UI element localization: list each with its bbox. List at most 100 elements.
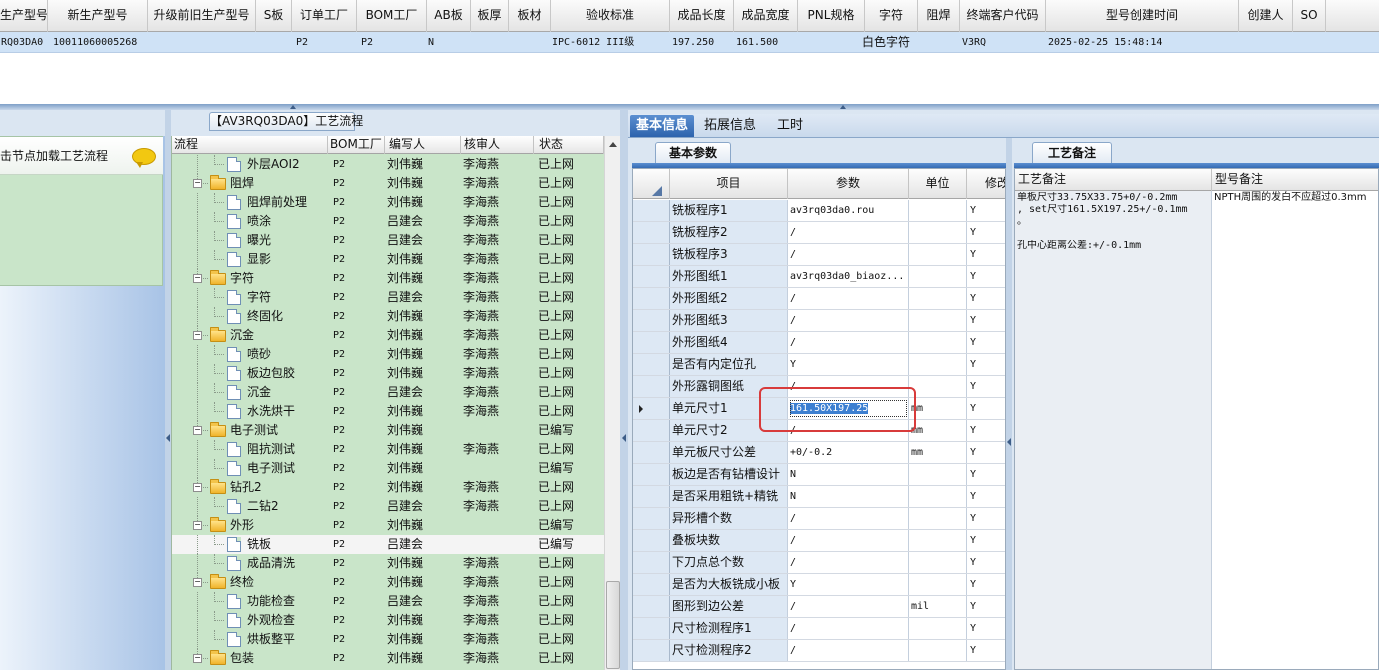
param-value[interactable]: / xyxy=(788,596,909,617)
param-unit[interactable] xyxy=(909,640,967,661)
scroll-up-icon[interactable] xyxy=(609,142,617,147)
tree-node-row[interactable]: 喷砂 P2 刘伟巍 李海燕 已上网 xyxy=(172,345,604,364)
param-modify[interactable]: Y xyxy=(967,288,1005,309)
param-modify[interactable]: Y xyxy=(967,354,1005,375)
row-indicator[interactable] xyxy=(633,464,670,485)
param-unit[interactable] xyxy=(909,618,967,639)
param-row[interactable]: 图形到边公差 / mil Y xyxy=(633,596,1005,618)
param-value[interactable]: Y xyxy=(788,574,909,595)
col-created-time[interactable]: 型号创建时间 xyxy=(1046,0,1239,32)
tree-group-row[interactable]: − 包装 P2 刘伟巍 李海燕 已上网 xyxy=(172,649,604,668)
param-modify[interactable]: Y xyxy=(967,266,1005,287)
row-indicator[interactable] xyxy=(633,354,670,375)
col-process-note[interactable]: 工艺备注 xyxy=(1015,169,1212,191)
param-row[interactable]: 叠板块数 / Y xyxy=(633,530,1005,552)
col-new-prod-model[interactable]: 新生产型号 xyxy=(48,0,148,32)
col-solder-mask[interactable]: 阻焊 xyxy=(918,0,960,32)
param-unit[interactable] xyxy=(909,530,967,551)
collapse-left-icon[interactable] xyxy=(166,434,170,442)
param-row[interactable]: 是否为大板铣成小板 Y Y xyxy=(633,574,1005,596)
tree-node-row[interactable]: 二钻2 P2 吕建会 李海燕 已上网 xyxy=(172,497,604,516)
param-row[interactable]: 铣板程序1 av3rq03da0.rou Y xyxy=(633,200,1005,222)
tree-group-row[interactable]: − 电子测试 P2 刘伟巍 已编写 xyxy=(172,421,604,440)
param-row[interactable]: 外形图纸1 av3rq03da0_biaoz... Y xyxy=(633,266,1005,288)
param-unit[interactable]: mm xyxy=(909,398,967,419)
col-so[interactable]: SO xyxy=(1293,0,1326,32)
model-note-cell[interactable]: NPTH周围的发白不应超过0.3mm xyxy=(1212,191,1378,669)
param-value[interactable]: / xyxy=(788,530,909,551)
col-unit[interactable]: 单位 xyxy=(909,169,967,199)
param-row[interactable]: 铣板程序3/ Y xyxy=(633,244,1005,266)
col-bom-factory[interactable]: BOM工厂 xyxy=(357,0,427,32)
row-indicator[interactable] xyxy=(633,508,670,529)
tree-group-row[interactable]: − 沉金 P2 刘伟巍 李海燕 已上网 xyxy=(172,326,604,345)
param-modify[interactable]: Y xyxy=(967,508,1005,529)
param-row[interactable]: 异形槽个数 / Y xyxy=(633,508,1005,530)
param-unit[interactable] xyxy=(909,310,967,331)
row-indicator[interactable] xyxy=(633,618,670,639)
process-note-cell[interactable]: 单板尺寸33.75X33.75+0/-0.2mm , set尺寸161.5X19… xyxy=(1015,191,1212,669)
col-character[interactable]: 字符 xyxy=(865,0,918,32)
col-s-board[interactable]: S板 xyxy=(256,0,292,32)
col-prod-model[interactable]: 生产型号 xyxy=(0,0,48,32)
param-value[interactable]: av3rq03da0_biaoz... xyxy=(788,266,909,287)
param-value[interactable]: / xyxy=(788,618,909,639)
horizontal-splitter[interactable] xyxy=(0,104,1379,110)
col-process[interactable]: 流程 xyxy=(172,136,328,154)
param-modify[interactable]: Y xyxy=(967,442,1005,463)
param-row[interactable]: 外形图纸2/ Y xyxy=(633,288,1005,310)
tree-node-row[interactable]: 成品清洗 P2 刘伟巍 李海燕 已上网 xyxy=(172,554,604,573)
tree-node-row[interactable]: 曝光 P2 吕建会 李海燕 已上网 xyxy=(172,231,604,250)
param-row[interactable]: 板边是否有钻槽设计 N Y xyxy=(633,464,1005,486)
param-row[interactable]: 尺寸检测程序2/ Y xyxy=(633,640,1005,662)
param-modify[interactable]: Y xyxy=(967,530,1005,551)
row-indicator[interactable] xyxy=(633,398,670,419)
param-modify[interactable]: Y xyxy=(967,244,1005,265)
row-indicator[interactable] xyxy=(633,420,670,441)
collapse-node-icon[interactable]: − xyxy=(193,654,202,663)
param-unit[interactable] xyxy=(909,486,967,507)
tree-scrollbar[interactable] xyxy=(604,136,621,670)
tree-node-row[interactable]: 外层AOI2 P2 刘伟巍 李海燕 已上网 xyxy=(172,155,604,174)
header-corner[interactable] xyxy=(633,169,670,199)
param-unit[interactable] xyxy=(909,266,967,287)
col-old-prod-model[interactable]: 升级前旧生产型号 xyxy=(148,0,256,32)
collapse-up-icon[interactable] xyxy=(840,105,846,109)
row-indicator[interactable] xyxy=(633,332,670,353)
row-indicator[interactable] xyxy=(633,200,670,221)
param-modify[interactable]: Y xyxy=(967,618,1005,639)
col-material[interactable]: 板材 xyxy=(509,0,551,32)
col-status[interactable]: 状态 xyxy=(534,136,604,154)
col-creator[interactable]: 创建人 xyxy=(1239,0,1293,32)
col-param[interactable]: 参数 xyxy=(788,169,909,199)
collapse-node-icon[interactable]: − xyxy=(193,426,202,435)
param-row[interactable]: 是否采用粗铣+精铣 N Y xyxy=(633,486,1005,508)
row-indicator[interactable] xyxy=(633,310,670,331)
col-acceptance[interactable]: 验收标准 xyxy=(551,0,670,32)
param-row[interactable]: 铣板程序2/ Y xyxy=(633,222,1005,244)
tree-node-row[interactable]: 喷涂 P2 吕建会 李海燕 已上网 xyxy=(172,212,604,231)
tree-node-row[interactable]: 烘板整平 P2 刘伟巍 李海燕 已上网 xyxy=(172,630,604,649)
param-row[interactable]: 单元尺寸1 161.50X197.25 mm Y xyxy=(633,398,1005,420)
param-value[interactable]: / xyxy=(788,310,909,331)
row-indicator[interactable] xyxy=(633,574,670,595)
param-unit[interactable] xyxy=(909,354,967,375)
param-unit[interactable]: mm xyxy=(909,442,967,463)
tree-group-row[interactable]: − 终检 P2 刘伟巍 李海燕 已上网 xyxy=(172,573,604,592)
tree-node-row[interactable]: 阻焊前处理 P2 刘伟巍 李海燕 已上网 xyxy=(172,193,604,212)
scroll-thumb[interactable] xyxy=(606,581,620,669)
col-bom-factory[interactable]: BOM工厂 xyxy=(328,136,385,154)
row-indicator[interactable] xyxy=(633,596,670,617)
col-width[interactable]: 成品宽度 xyxy=(734,0,798,32)
tree-node-row[interactable]: 铣板 P2 吕建会 已编写 xyxy=(172,535,604,554)
param-value[interactable]: / xyxy=(788,552,909,573)
tree-node-row[interactable]: 板边包胶 P2 刘伟巍 李海燕 已上网 xyxy=(172,364,604,383)
row-indicator[interactable] xyxy=(633,640,670,661)
tree-node-row[interactable]: 水洗烘干 P2 刘伟巍 李海燕 已上网 xyxy=(172,402,604,421)
param-modify[interactable]: Y xyxy=(967,640,1005,661)
param-value[interactable]: / xyxy=(788,288,909,309)
param-unit[interactable]: mil xyxy=(909,596,967,617)
tree-group-row[interactable]: − 外形 P2 刘伟巍 已编写 xyxy=(172,516,604,535)
tree-group-row[interactable]: − 阻焊 P2 刘伟巍 李海燕 已上网 xyxy=(172,174,604,193)
tab-work-hours[interactable]: 工时 xyxy=(768,115,812,137)
